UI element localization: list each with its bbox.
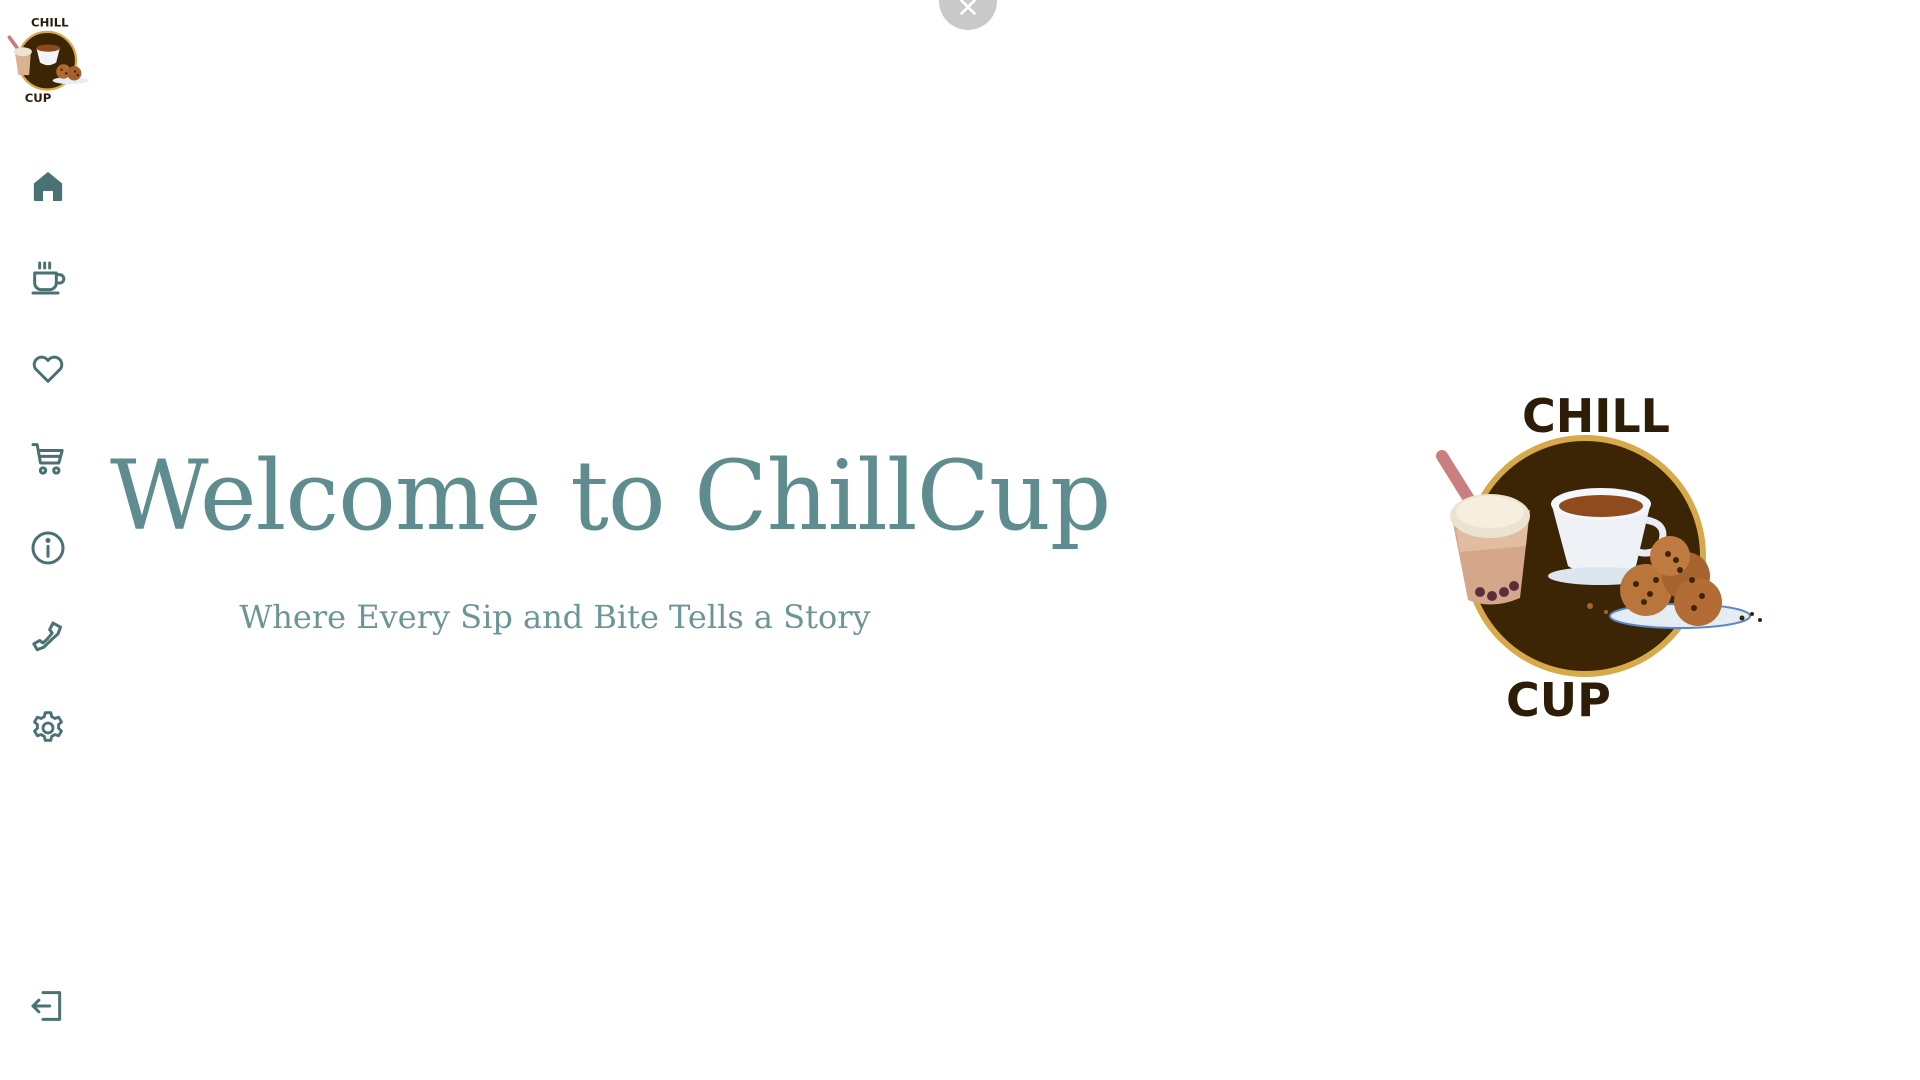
logo-image: CHILL CUP [7, 15, 89, 105]
sidebar-item-logout[interactable] [22, 980, 74, 1032]
sidebar: CHILL CUP [0, 0, 100, 1080]
info-icon [31, 531, 65, 565]
sidebar-item-about[interactable] [22, 522, 74, 574]
logo-small-bottom-text: CUP [25, 91, 52, 105]
sidebar-item-home[interactable] [22, 160, 74, 212]
sidebar-item-contact[interactable] [22, 612, 74, 664]
logo-large-bottom-text: CUP [1506, 673, 1611, 725]
logout-icon [31, 991, 62, 1021]
sidebar-item-favorites[interactable] [22, 342, 74, 394]
page: CHILL CUP Welcome to ChillCup Where Ever… [0, 0, 1920, 1080]
phone-icon [32, 621, 62, 652]
home-icon [33, 171, 63, 201]
sidebar-item-settings[interactable] [22, 702, 74, 754]
logo-illustration: CHILL CUP [1436, 389, 1762, 727]
brand-logo-small[interactable]: CHILL CUP [4, 10, 94, 106]
sidebar-item-cart[interactable] [22, 432, 74, 484]
brand-logo-large: CHILL CUP [1430, 380, 1770, 727]
hero-subtitle: Where Every Sip and Bite Tells a Story [239, 598, 871, 636]
hero-title: Welcome to ChillCup [110, 440, 1111, 552]
coffee-cup-icon [31, 261, 66, 295]
sidebar-item-menu[interactable] [22, 252, 74, 304]
logo-large-top-text: CHILL [1522, 389, 1670, 443]
gear-icon [33, 711, 63, 742]
close-icon [960, 0, 976, 15]
logo-small-top-text: CHILL [31, 15, 69, 29]
cart-icon [31, 443, 64, 475]
close-button[interactable] [939, 0, 997, 30]
heart-icon [32, 355, 64, 383]
